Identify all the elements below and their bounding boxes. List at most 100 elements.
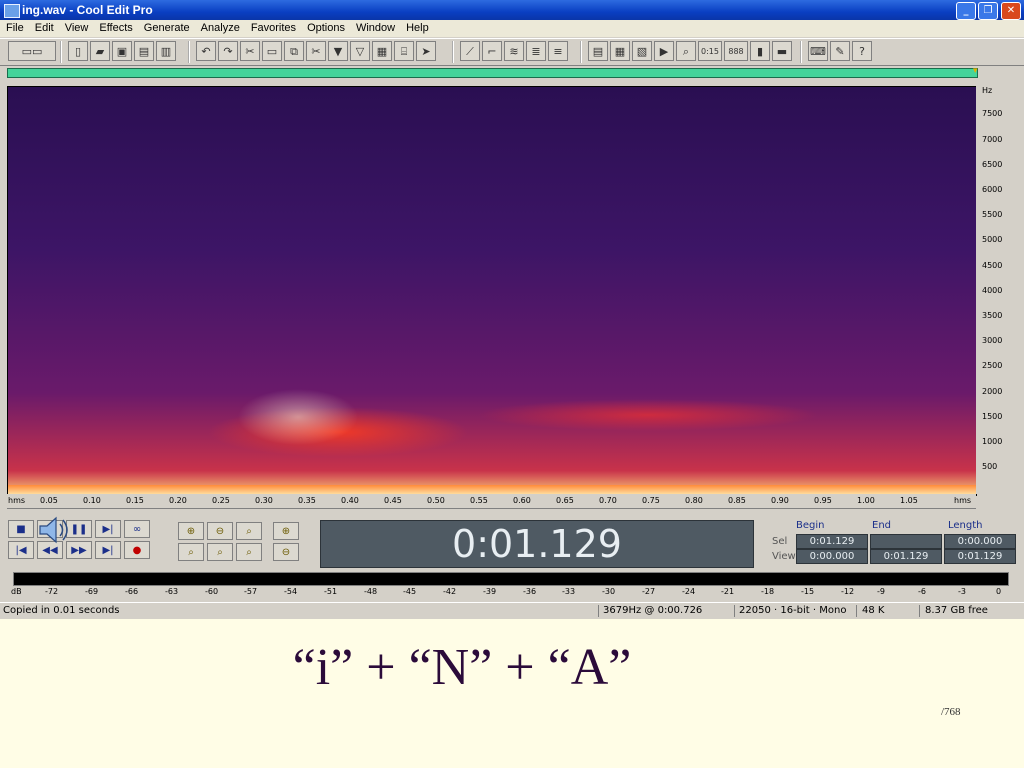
zoom-in-vertical-icon[interactable]: ⊕: [273, 522, 299, 540]
menu-edit[interactable]: Edit: [29, 20, 59, 34]
copy-icon[interactable]: ▭: [262, 41, 282, 61]
spectral-view-icon[interactable]: ≣: [526, 41, 546, 61]
time-tick: 0.45: [384, 496, 402, 505]
end-marker-icon[interactable]: ▾: [973, 66, 978, 76]
snap-icon[interactable]: ≡: [548, 41, 568, 61]
bar-beat-icon[interactable]: 888: [724, 41, 748, 61]
play-list-icon[interactable]: ▧: [632, 41, 652, 61]
undo-icon[interactable]: ↶: [196, 41, 216, 61]
organizer-icon[interactable]: ▤: [588, 41, 608, 61]
paste-new-icon[interactable]: ▽: [350, 41, 370, 61]
overview-bar[interactable]: [7, 68, 978, 78]
meter-tick: -69: [85, 587, 99, 596]
view-begin-field[interactable]: 0:00.000: [796, 549, 868, 564]
time-tick: 0.70: [599, 496, 617, 505]
levels-icon[interactable]: ▮: [750, 41, 770, 61]
copy-new-icon[interactable]: ⧉: [284, 41, 304, 61]
zoom-in-icon[interactable]: ⊕: [178, 522, 204, 540]
zoom-controls: ⊕ ⊖ ⌕ ⊕ ⌕ ⌕ ⌕ ⊖: [178, 522, 308, 566]
paste-icon[interactable]: ▼: [328, 41, 348, 61]
time-tick: 0.65: [556, 496, 574, 505]
time-display-icon[interactable]: 0:15: [698, 41, 722, 61]
title-bar: ing.wav - Cool Edit Pro _ ❐ ✕: [0, 0, 1024, 20]
toolbar-group-file: ▯ ▰ ▣ ▤ ▥: [60, 41, 176, 63]
mix-paste-icon[interactable]: ▦: [372, 41, 392, 61]
zoom-out-icon[interactable]: ⊖: [207, 522, 233, 540]
menu-favorites[interactable]: Favorites: [245, 20, 301, 34]
time-tick: 0.35: [298, 496, 316, 505]
open-folder-icon[interactable]: ▰: [90, 41, 110, 61]
menu-analyze[interactable]: Analyze: [195, 20, 245, 34]
shortcuts-icon[interactable]: ⌨: [808, 41, 828, 61]
go-to-start-button[interactable]: |◀: [8, 541, 34, 559]
scripts-icon[interactable]: ✎: [830, 41, 850, 61]
status-separator: [598, 605, 599, 617]
trim-icon[interactable]: ⌸: [394, 41, 414, 61]
frequency-tick: 6500: [982, 160, 1003, 169]
save-icon[interactable]: ▣: [112, 41, 132, 61]
toolbar-group-mode: ▭▭: [2, 41, 56, 63]
zoom-selection-icon[interactable]: ⌕: [236, 543, 262, 561]
menu-file[interactable]: File: [0, 20, 29, 34]
view-end-field[interactable]: 0:01.129: [870, 549, 942, 564]
waveform-view-icon[interactable]: ≋: [504, 41, 524, 61]
menu-effects[interactable]: Effects: [93, 20, 137, 34]
toolbar-group-view: ⟋ ⌐ ≋ ≣ ≡: [452, 41, 568, 63]
status-size: 48 K: [862, 605, 885, 616]
loop-button[interactable]: ∞: [124, 520, 150, 538]
meter-tick: -27: [642, 587, 656, 596]
status-free-space: 8.37 GB free: [925, 605, 988, 616]
time-tick: 0.25: [212, 496, 230, 505]
envelope-icon[interactable]: ⟋: [460, 41, 480, 61]
status-format: 22050 · 16-bit · Mono: [739, 605, 847, 616]
close-button[interactable]: ✕: [1001, 2, 1021, 20]
minimize-button[interactable]: _: [956, 2, 976, 20]
zoom-right-icon[interactable]: ⌕: [207, 543, 233, 561]
menu-view[interactable]: View: [59, 20, 94, 34]
time-tick: 0.55: [470, 496, 488, 505]
multitrack-toggle-icon[interactable]: ▭▭: [8, 41, 56, 61]
play-selection-icon[interactable]: ➤: [416, 41, 436, 61]
end-header: End: [872, 520, 892, 531]
menu-help[interactable]: Help: [400, 20, 434, 34]
meter-tick: -24: [682, 587, 696, 596]
save-as-icon[interactable]: ▤: [134, 41, 154, 61]
frequency-tick: 500: [982, 462, 998, 471]
record-button[interactable]: ●: [124, 541, 150, 559]
meter-unit: dB: [11, 587, 22, 596]
marker-icon[interactable]: ⌐: [482, 41, 502, 61]
repeat-icon[interactable]: ✂: [240, 41, 260, 61]
zoom-tool-icon[interactable]: ⌕: [676, 41, 696, 61]
save-all-icon[interactable]: ▥: [156, 41, 176, 61]
status-bar-icon[interactable]: ▬: [772, 41, 792, 61]
spectrogram-display[interactable]: [7, 86, 977, 496]
cue-list-icon[interactable]: ▦: [610, 41, 630, 61]
zoom-out-vertical-icon[interactable]: ⊖: [273, 543, 299, 561]
frequency-tick: 7500: [982, 109, 1003, 118]
help-icon[interactable]: ?: [852, 41, 872, 61]
new-file-icon[interactable]: ▯: [68, 41, 88, 61]
view-length-field[interactable]: 0:01.129: [944, 549, 1016, 564]
length-header: Length: [948, 520, 983, 531]
sel-end-field[interactable]: [870, 534, 942, 549]
cut-icon[interactable]: ✂: [306, 41, 326, 61]
window-title: ing.wav - Cool Edit Pro: [22, 3, 153, 17]
go-to-end-button[interactable]: ▶|: [95, 541, 121, 559]
zoom-full-icon[interactable]: ⌕: [236, 522, 262, 540]
play-to-end-button[interactable]: ▶|: [95, 520, 121, 538]
sel-length-field[interactable]: 0:00.000: [944, 534, 1016, 549]
play-icon[interactable]: ▶: [654, 41, 674, 61]
menu-options[interactable]: Options: [301, 20, 350, 34]
zoom-left-icon[interactable]: ⌕: [178, 543, 204, 561]
toolbar: ▭▭ ▯ ▰ ▣ ▤ ▥ ↶ ↷ ✂ ▭ ⧉ ✂ ▼ ▽ ▦ ⌸ ➤ ⟋ ⌐ ≋…: [0, 38, 1024, 66]
meter-tick: -51: [324, 587, 338, 596]
stop-button[interactable]: ■: [8, 520, 34, 538]
redo-icon[interactable]: ↷: [218, 41, 238, 61]
menu-generate[interactable]: Generate: [138, 20, 195, 34]
restore-button[interactable]: ❐: [978, 2, 998, 20]
frequency-unit: Hz: [982, 86, 993, 95]
time-unit: hms: [8, 496, 26, 505]
sel-begin-field[interactable]: 0:01.129: [796, 534, 868, 549]
menu-window[interactable]: Window: [350, 20, 400, 34]
toolbar-group-windows: ▤ ▦ ▧ ▶ ⌕ 0:15 888 ▮ ▬: [580, 41, 792, 63]
